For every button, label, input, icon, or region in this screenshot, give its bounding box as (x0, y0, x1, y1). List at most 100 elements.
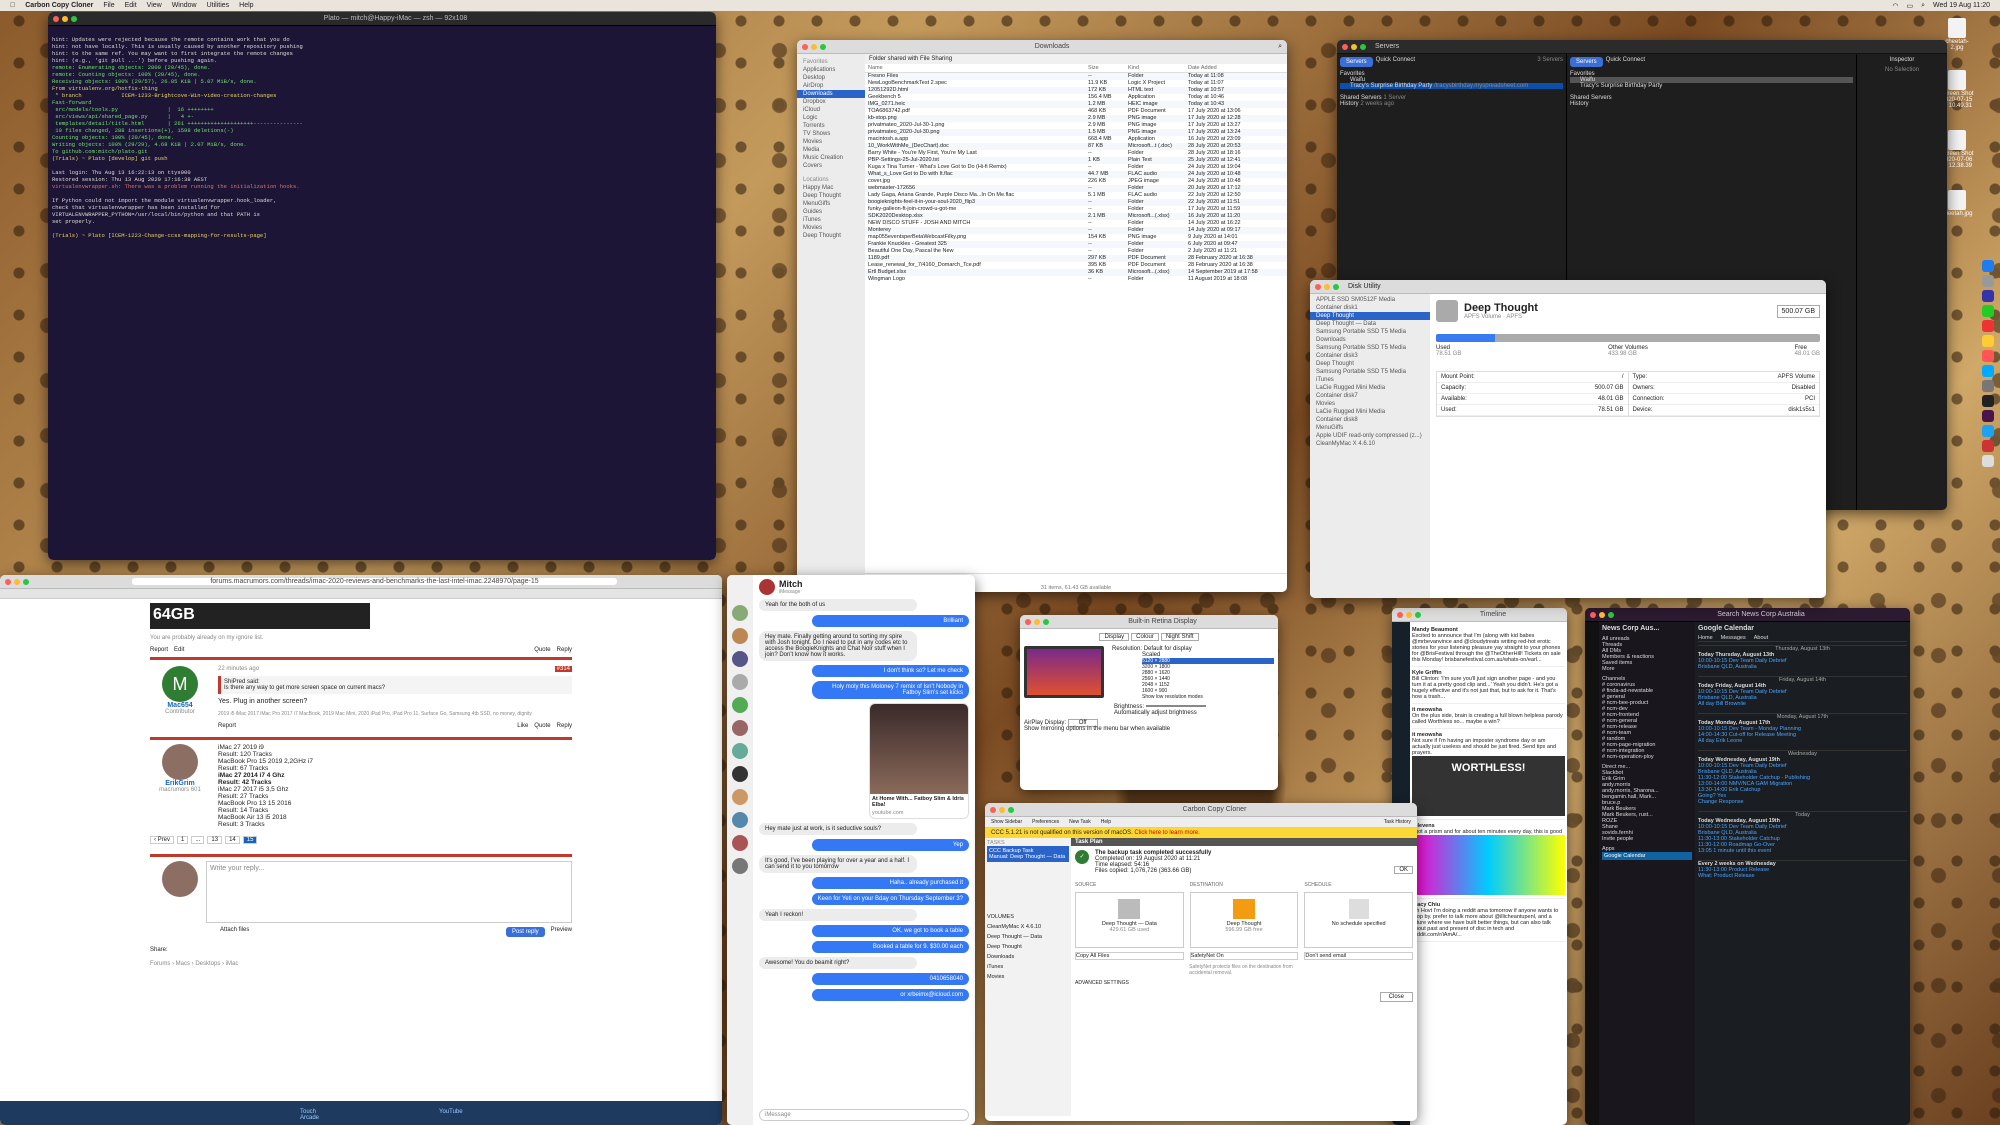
auto-brightness-checkbox[interactable]: Automatically adjust brightness (1024, 710, 1274, 716)
sidebar-item[interactable]: MenuGiffs (797, 200, 865, 208)
email-select[interactable]: Don't send email (1304, 952, 1414, 960)
zoom-button[interactable] (71, 15, 77, 22)
history-row[interactable]: History (1570, 101, 1853, 107)
ok-button[interactable]: OK (1394, 866, 1413, 874)
workspace-name[interactable]: News Corp Aus... (1602, 625, 1659, 632)
tab-night-shift[interactable]: Night Shift (1160, 633, 1199, 641)
close-button[interactable] (1590, 611, 1596, 618)
minimize-button[interactable] (1351, 43, 1357, 50)
preferences-button[interactable]: Preferences (1032, 819, 1059, 825)
minimize-button[interactable] (1034, 618, 1040, 625)
file-row[interactable]: Barry White - You're My First, You're My… (865, 150, 1287, 157)
link-preview[interactable]: At Home With... Fatboy Slim & Idris Elba… (869, 703, 969, 819)
tab-servers[interactable]: Servers (1570, 57, 1603, 67)
zoom-button[interactable] (1415, 611, 1421, 618)
file-row[interactable]: privatmateo_2020-Jul-30.png 1.5 MB PNG ima… (865, 129, 1287, 136)
minimize-button[interactable] (1599, 611, 1605, 618)
avatar[interactable] (732, 766, 748, 782)
tab-servers[interactable]: Servers (1340, 57, 1373, 67)
file-row[interactable]: Fresno Files -- Folder Today at 11:08 (865, 73, 1287, 80)
sidebar-item[interactable]: Media (797, 146, 865, 154)
avatar[interactable] (732, 835, 748, 851)
col-date[interactable]: Date Added (1188, 65, 1217, 71)
breadcrumb[interactable]: Forums › Macs › Desktops › iMac (150, 961, 572, 967)
avatar[interactable] (732, 605, 748, 621)
reply-button[interactable]: Reply (557, 723, 572, 729)
username[interactable]: ErikGrim (150, 780, 210, 787)
avatar[interactable] (732, 743, 748, 759)
disk-sidebar-item[interactable]: MenuGiffs (1310, 424, 1430, 432)
file-row[interactable]: PBP-Settings-25-Jul-2020.txt 1 KB Plain Te… (865, 157, 1287, 164)
message-input[interactable]: iMessage (759, 1109, 969, 1121)
message-list[interactable]: Yeah for the both of us Brilliant Hey mate… (759, 599, 969, 1001)
app-item-google-calendar[interactable]: Google Calendar (1602, 852, 1692, 860)
report-link[interactable]: Report (150, 647, 168, 653)
server-row[interactable]: Tracy's Surprise Birthday Party (1570, 83, 1853, 89)
outgoing-message[interactable]: OK, we got to book a table (811, 925, 969, 937)
file-row[interactable]: NewLogoBenchmarkTest 2.spec 11.9 KB Logic … (865, 80, 1287, 87)
sidebar-item[interactable]: Applications (797, 66, 865, 74)
close-button[interactable] (1397, 611, 1403, 618)
sidebar-item[interactable]: TV Shows (797, 130, 865, 138)
avatar[interactable] (732, 697, 748, 713)
col-kind[interactable]: Kind (1128, 65, 1188, 71)
footer-link[interactable]: Touch Arcade (300, 1109, 319, 1121)
safetynet-select[interactable]: SafetyNet On (1189, 952, 1299, 960)
terminal-output[interactable]: hint: Updates were rejected because the … (48, 26, 716, 560)
tweet[interactable]: Kyle Griffin Bill Clinton: 'I'm sure you'… (1412, 667, 1565, 704)
zoom-button[interactable] (1043, 618, 1049, 625)
low-res-checkbox[interactable]: Show low resolution modes (1112, 694, 1274, 700)
minimize-button[interactable] (62, 15, 68, 22)
page-link[interactable]: ‹ Prev (150, 836, 175, 844)
file-row[interactable]: Lease_renewal_for_7/4160_Domarch_Tce.pdf… (865, 262, 1287, 269)
dm-item[interactable]: Invite people (1602, 836, 1692, 842)
outgoing-message[interactable]: or xrbeimx@icloud.com (811, 989, 969, 1001)
incoming-message[interactable]: Hey mate. Finally getting around to sort… (759, 631, 917, 661)
tab-quick-connect[interactable]: Quick Connect (1376, 57, 1415, 67)
username[interactable]: Mac654 (150, 702, 210, 709)
tab-home[interactable]: Home (1698, 635, 1713, 641)
sidebar-item[interactable]: Music Creation (797, 154, 865, 162)
search-icon[interactable]: ⌕ (1278, 43, 1282, 51)
file-row[interactable]: funky-galleon-ft-join-crowd-u-got-me -- Fo… (865, 206, 1287, 213)
trash-icon[interactable] (1982, 455, 1994, 467)
quote-button[interactable]: Quote (534, 723, 550, 729)
avatar[interactable] (732, 674, 748, 690)
disk-sidebar-item[interactable]: Downloads (1310, 336, 1430, 344)
like-button[interactable]: Like (517, 723, 528, 729)
file-row[interactable]: Lady Gaga, Ariana Grande, Purple Disco M… (865, 192, 1287, 199)
zoom-button[interactable] (1608, 611, 1614, 618)
file-row[interactable]: Frankie Knuckles - Greatest 325 -- Folder 6… (865, 241, 1287, 248)
outgoing-message[interactable]: I don't think so? Let me check (811, 665, 969, 677)
minimize-button[interactable] (1324, 283, 1330, 290)
zoom-button[interactable] (1333, 283, 1339, 290)
sidebar-item[interactable]: Happy Mac (797, 184, 865, 192)
sidebar-item[interactable]: Logic (797, 114, 865, 122)
report-link[interactable]: Report (218, 723, 236, 729)
tab-quick-connect[interactable]: Quick Connect (1606, 57, 1645, 67)
apple-icon[interactable]:  (10, 2, 15, 9)
mirroring-checkbox[interactable]: Show mirroring options in the menu bar w… (1024, 726, 1274, 732)
learn-more-link[interactable]: Click here to learn more. (1134, 830, 1199, 836)
page-link[interactable]: 13 (207, 836, 223, 844)
minimize-button[interactable] (811, 43, 817, 50)
calendar-icon[interactable] (1982, 320, 1994, 332)
show-sidebar-button[interactable]: Show Sidebar (991, 819, 1022, 825)
contact-avatar[interactable] (759, 579, 775, 595)
close-button[interactable] (5, 578, 11, 585)
page-link[interactable]: 14 (225, 836, 240, 844)
attach-files-button[interactable]: Attach files (220, 927, 249, 937)
disk-sidebar-item[interactable]: Deep Thought — Data (1310, 320, 1430, 328)
disk-sidebar-item[interactable]: Container disk7 (1310, 392, 1430, 400)
outgoing-message[interactable]: Yep (811, 839, 969, 851)
minimize-button[interactable] (999, 806, 1005, 813)
launchpad-icon[interactable] (1982, 275, 1994, 287)
help-button[interactable]: Help (1101, 819, 1111, 825)
brightness-slider[interactable] (1145, 705, 1206, 708)
menu-view[interactable]: View (147, 2, 162, 9)
file-row[interactable]: SDK2020Desktop.xlsx 2.1 MB Microsoft...(.x… (865, 213, 1287, 220)
channel-item[interactable]: # ncm-operation-ploy (1602, 754, 1692, 760)
close-button[interactable] (802, 43, 808, 50)
menu-utilities[interactable]: Utilities (207, 2, 230, 9)
file-row[interactable]: Monterey -- Folder 14 July 2020 at 09:17 (865, 227, 1287, 234)
